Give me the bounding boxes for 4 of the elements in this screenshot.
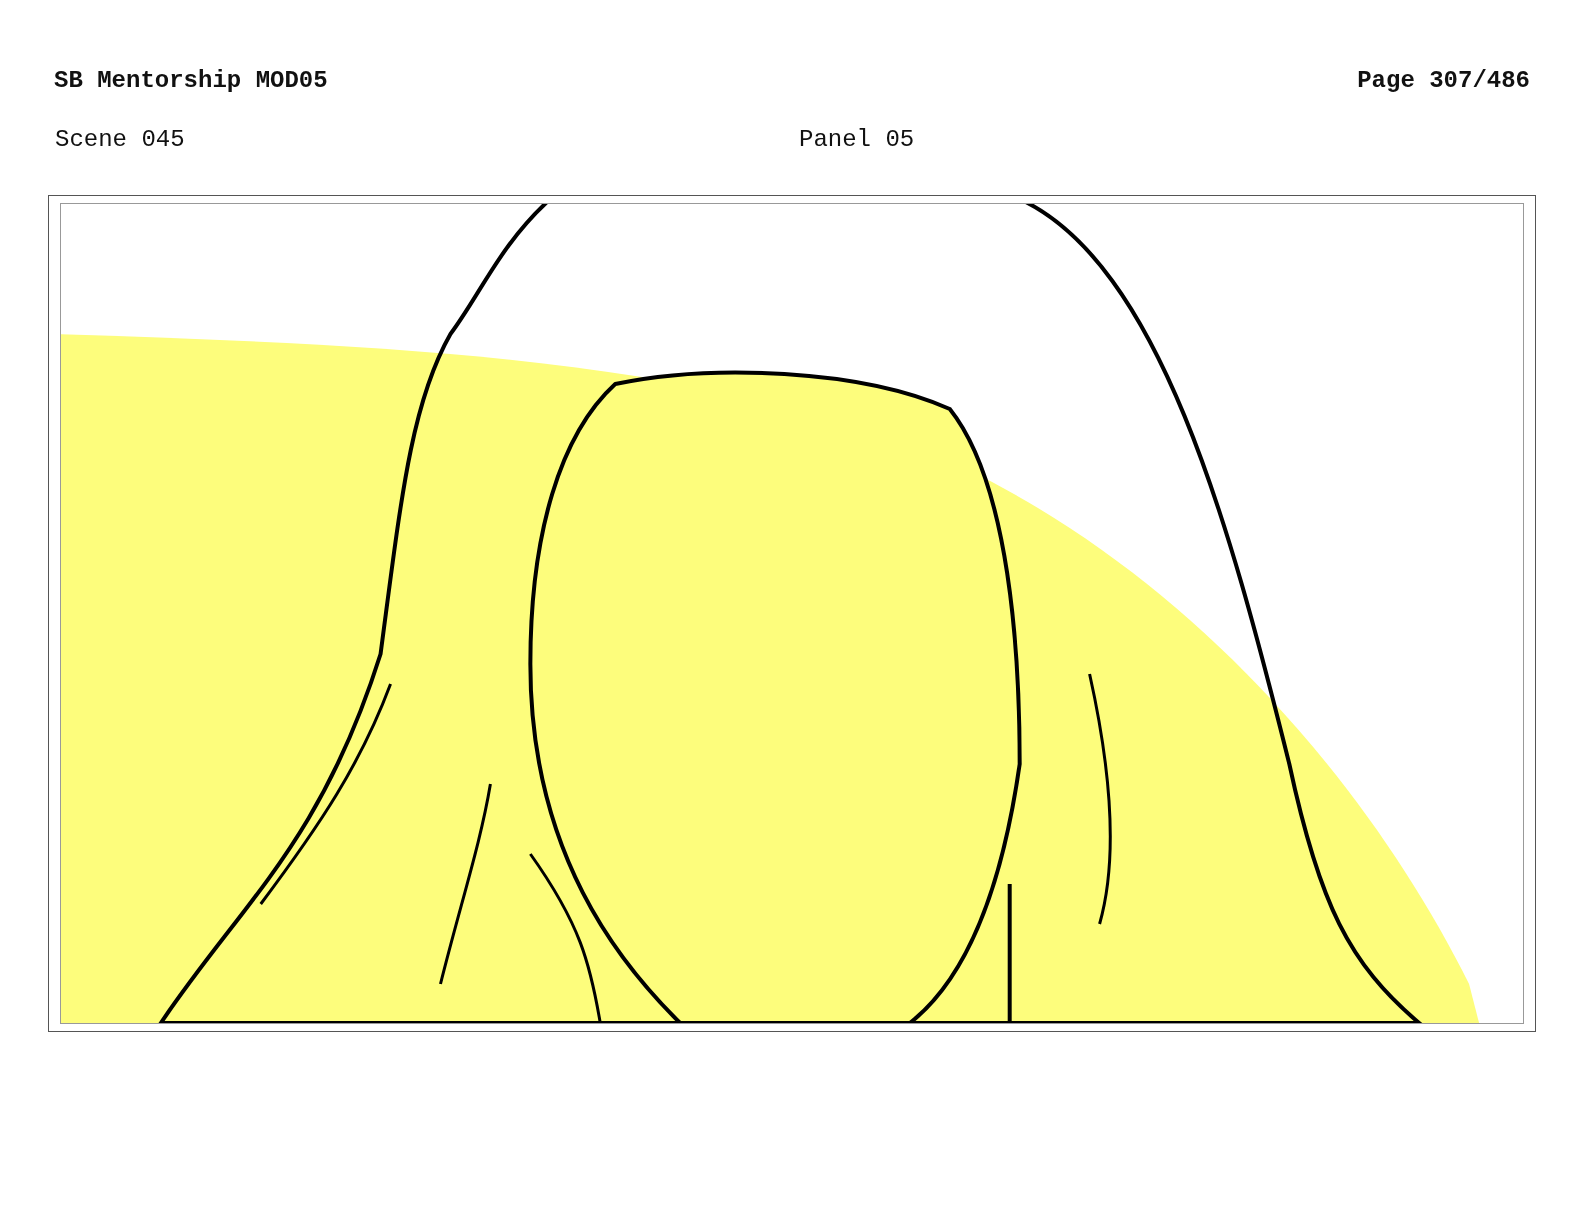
- page-number: Page 307/486: [1357, 66, 1530, 96]
- panel-label: Panel 05: [799, 125, 916, 155]
- document-title: SB Mentorship MOD05: [54, 66, 328, 96]
- scene-label: Scene 045: [55, 125, 186, 155]
